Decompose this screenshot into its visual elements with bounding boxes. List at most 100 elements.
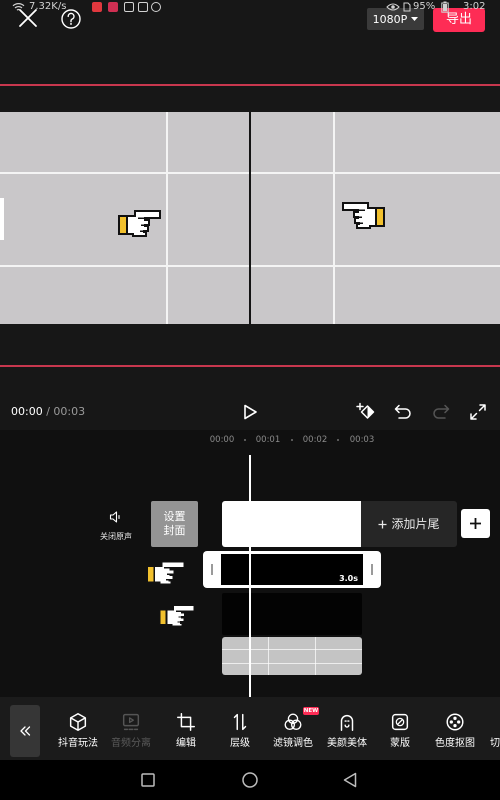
main-track-clip[interactable] [222,501,361,547]
network-speed: 7.32K/s [29,1,67,12]
tool-filter-adjust[interactable]: NEW 滤镜调色 [267,707,319,750]
tool-label: 滤镜调色 [273,738,313,749]
caret-down-icon [411,17,419,21]
pointing-hand-icon[interactable] [118,205,162,239]
tool-switch-partial[interactable]: 切 [490,711,500,750]
clip-grid-line [222,663,362,664]
clip-grid-line [268,637,269,675]
new-badge: NEW [303,707,319,715]
home-icon[interactable] [242,772,258,788]
plus-icon [470,518,481,529]
tool-label: 编辑 [176,738,196,749]
clock: 3:02 [463,1,486,12]
speaker-icon[interactable] [109,510,123,524]
add-ending-button[interactable]: 添加片尾 [361,501,457,547]
undo-icon[interactable] [393,402,413,422]
pointing-hand-icon[interactable] [341,197,385,231]
panel-divider [249,112,251,324]
preview-canvas[interactable] [0,112,500,324]
collapse-button[interactable] [10,705,40,757]
tool-layer[interactable]: 层级 [214,711,266,750]
grid-line [333,112,335,324]
cover-label-line: 封面 [163,524,186,537]
pointing-hand-icon [146,560,186,586]
left-trim-handle[interactable] [211,564,213,575]
app-notification-icon [138,2,148,12]
app-notification-icon [92,2,102,12]
fullscreen-icon[interactable] [468,402,488,422]
ruler-label: 00:00 [209,435,235,445]
ruler-dot [291,439,293,441]
clip-grid-line [222,649,362,650]
play-icon[interactable] [242,404,258,420]
keyframe-icon[interactable] [356,402,376,422]
canvas-guide-top [0,84,500,86]
sim-icon [403,2,411,12]
right-trim-handle[interactable] [371,564,373,575]
status-bar: 7.32K/s 95% 3:02 [0,0,500,14]
tool-audio-separate[interactable]: 音频分离 [105,711,157,750]
tool-icon-offscreen [490,711,500,733]
tool-label: 抖音玩法 [58,738,98,749]
tool-label: 音频分离 [111,738,151,749]
canvas-guide-bottom [0,365,500,367]
ruler-label: 00:01 [255,435,281,445]
audio-separate-icon [122,713,140,731]
wifi-icon [12,3,25,11]
add-ending-label: 添加片尾 [391,517,440,531]
tool-douyin-effects[interactable]: 抖音玩法 [52,711,104,750]
cube-icon [69,713,87,731]
tool-label: 切 [490,738,500,749]
eye-icon [386,3,400,11]
beauty-icon [340,714,354,731]
ruler-label: 00:02 [302,435,328,445]
back-icon[interactable] [343,772,357,788]
current-time: 00:00 [11,405,43,418]
layer-order-icon [233,713,247,731]
redo-icon[interactable] [431,402,451,422]
tool-label: 色度抠图 [435,738,475,749]
chroma-key-icon [446,713,464,731]
editor-screen: 7.32K/s 95% 3:02 1080P 导出 00:00 / 00:03 … [0,0,500,800]
ruler-dot [244,439,246,441]
selection-edge-handle[interactable] [0,198,4,240]
tool-beauty[interactable]: 美颜美体 [321,711,373,750]
tool-mask[interactable]: 蒙版 [374,711,426,750]
add-clip-button[interactable] [461,509,490,538]
tool-label: 美颜美体 [327,738,367,749]
total-time: 00:03 [53,405,86,418]
tool-label: 蒙版 [390,738,410,749]
crop-icon [177,713,195,731]
playhead[interactable] [249,455,251,697]
app-notification-icon [151,2,161,12]
tool-label: 层级 [230,738,250,749]
selected-pip-clip[interactable]: 3.0s [203,551,381,588]
cover-label-line: 设置 [163,510,186,523]
recents-icon[interactable] [141,773,155,787]
grid-line [166,112,168,324]
mask-icon [391,713,409,731]
filter-icon [284,713,302,731]
battery-icon [441,1,449,13]
pip-clip[interactable] [222,593,362,635]
bottom-toolbar: 抖音玩法 音频分离 编辑 层级 NEW 滤镜调色 美颜美体 蒙版 色度抠图 切 [0,697,500,760]
tool-chroma-key[interactable]: 色度抠图 [429,711,481,750]
chevron-double-left-icon [20,726,31,736]
time-separator: / [46,405,50,418]
resolution-value: 1080P [372,12,408,26]
tool-edit[interactable]: 编辑 [160,711,212,750]
ruler-label: 00:03 [349,435,375,445]
app-notification-icon [124,2,134,12]
system-nav-bar [0,760,500,800]
mute-original-audio-label[interactable]: 关闭原声 [94,532,138,542]
app-notification-icon [108,2,118,12]
clip-grid-line [315,637,316,675]
clip-duration: 3.0s [339,574,358,583]
battery-percent: 95% [413,1,436,12]
plus-icon [378,520,387,528]
set-cover-button[interactable]: 设置 封面 [151,501,198,547]
pointing-hand-icon [159,604,196,628]
playback-time: 00:00 / 00:03 [11,405,85,419]
image-clip[interactable] [222,637,362,675]
ruler-dot [337,439,339,441]
